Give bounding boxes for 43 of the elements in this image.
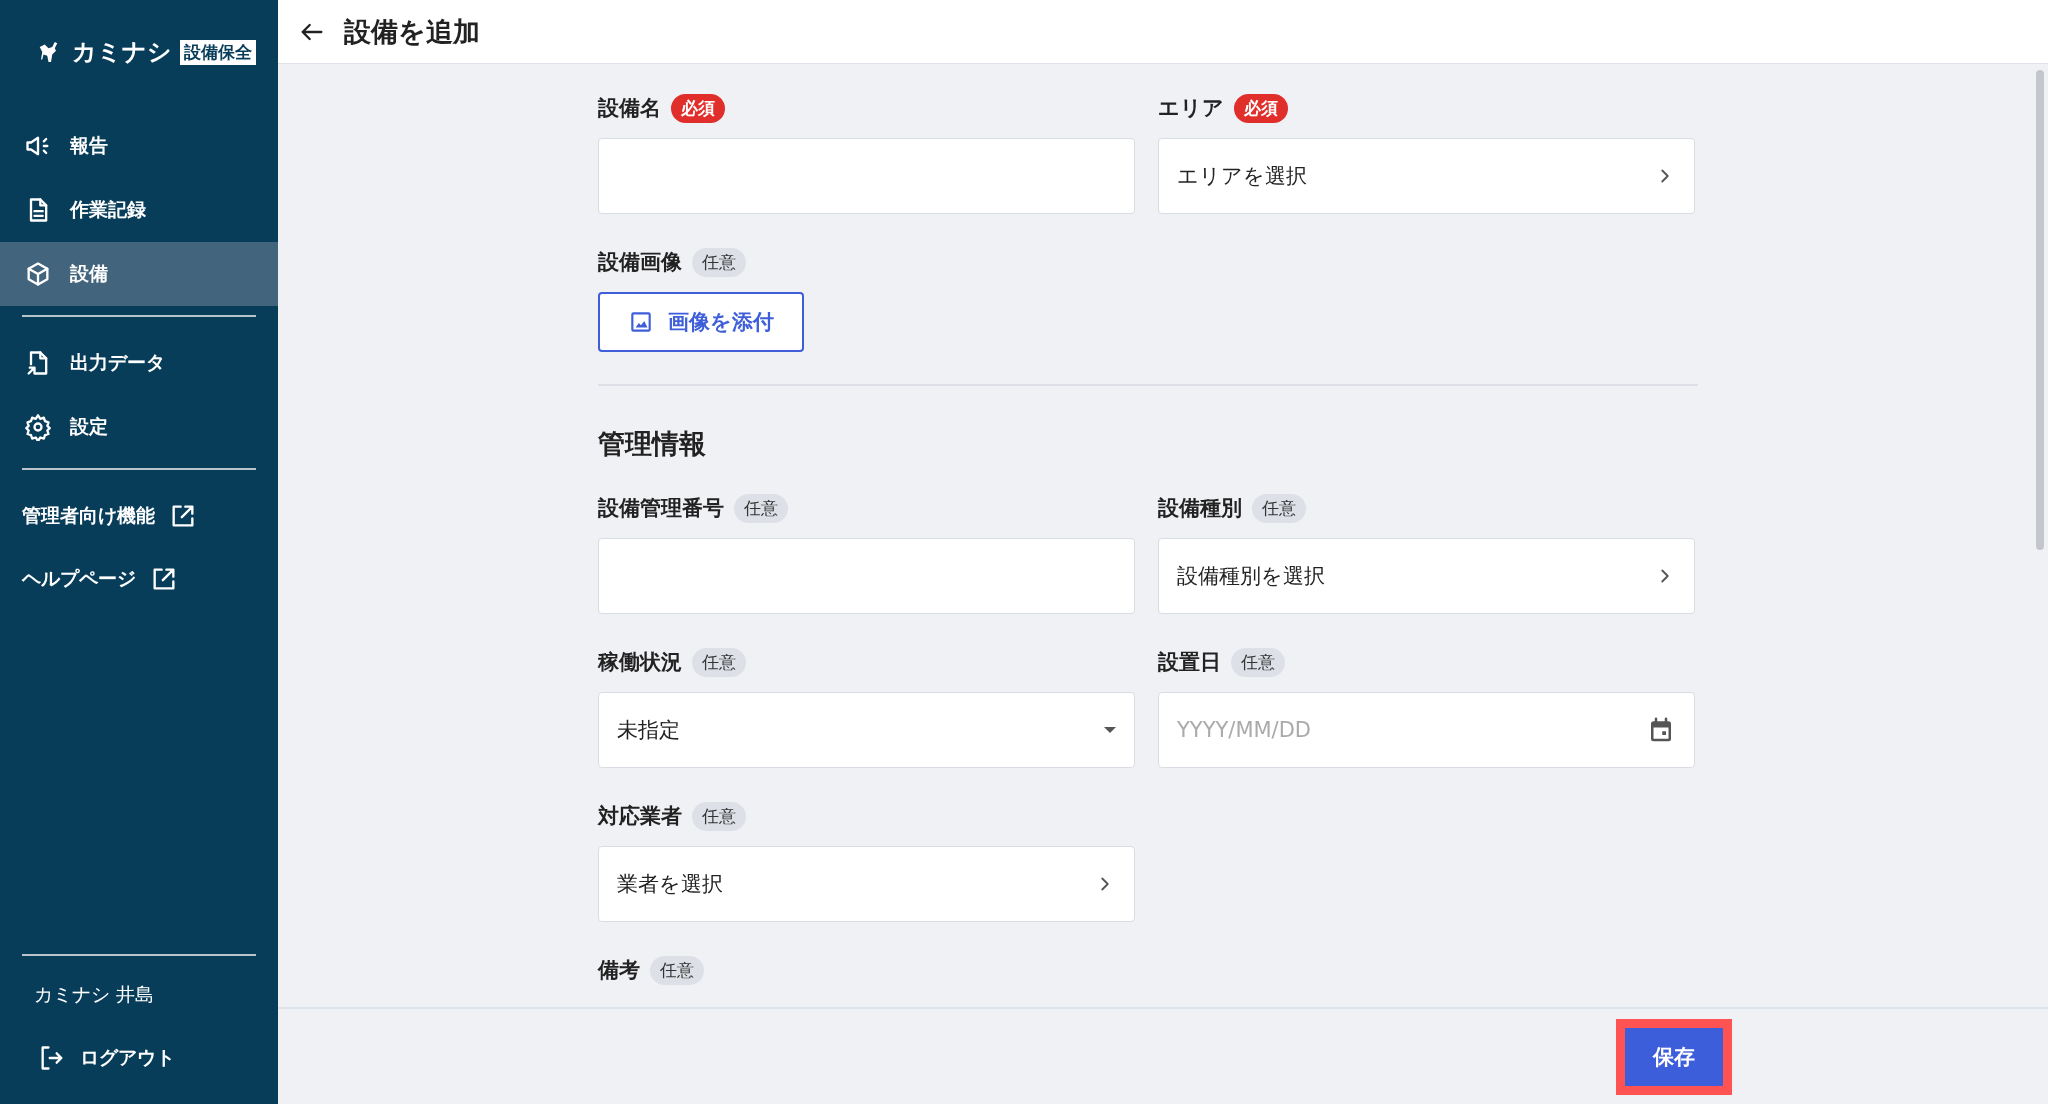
field-label: 設備画像 (598, 249, 682, 276)
image-icon (628, 309, 654, 335)
nav-item[interactable]: 報告 (0, 114, 278, 178)
required-tag: 必須 (671, 93, 725, 123)
logout-link[interactable]: ログアウト (0, 1036, 278, 1080)
optional-tag: 任意 (692, 247, 746, 277)
optional-tag: 任意 (1252, 493, 1306, 523)
optional-tag: 任意 (1231, 647, 1285, 677)
field-label: 備考 (598, 957, 640, 984)
caret-down-icon (1104, 727, 1116, 733)
scrollbar[interactable] (2036, 70, 2044, 550)
field-label: 設置日 (1158, 649, 1221, 676)
select-field[interactable]: エリアを選択 (1158, 138, 1695, 214)
external-link[interactable]: ヘルプページ (0, 547, 278, 610)
nav-item[interactable]: 作業記録 (0, 178, 278, 242)
nav-item[interactable]: 設定 (0, 395, 278, 459)
optional-tag: 任意 (692, 801, 746, 831)
attach-image-button[interactable]: 画像を添付 (598, 292, 804, 352)
gear-icon (24, 413, 52, 441)
field-label: 稼働状況 (598, 649, 682, 676)
field-label: エリア (1158, 95, 1224, 122)
field-label: 設備管理番号 (598, 495, 724, 522)
field-label: 設備種別 (1158, 495, 1242, 522)
optional-tag: 任意 (692, 647, 746, 677)
section-heading: 管理情報 (598, 427, 707, 461)
text-input[interactable] (598, 138, 1135, 214)
logo-text: カミナシ (72, 37, 172, 68)
page-title: 設備を追加 (344, 14, 480, 49)
user-name: カミナシ 井島 (33, 982, 156, 1007)
dropdown[interactable]: 未指定 (598, 692, 1135, 768)
select-field[interactable]: 設備種別を選択 (1158, 538, 1695, 614)
select-field[interactable]: 業者を選択 (598, 846, 1135, 922)
field-label: 対応業者 (598, 803, 682, 830)
text-input[interactable] (598, 538, 1135, 614)
nav-item[interactable]: 出力データ (0, 331, 278, 395)
save-button[interactable]: 保存 (1625, 1027, 1723, 1086)
optional-tag: 任意 (650, 955, 704, 985)
logo-badge: 設備保全 (180, 39, 256, 65)
field-label: 設備名 (598, 95, 661, 122)
required-tag: 必須 (1234, 93, 1288, 123)
optional-tag: 任意 (734, 493, 788, 523)
nav-item[interactable]: 設備 (0, 242, 278, 306)
external-link[interactable]: 管理者向け機能 (0, 484, 278, 547)
